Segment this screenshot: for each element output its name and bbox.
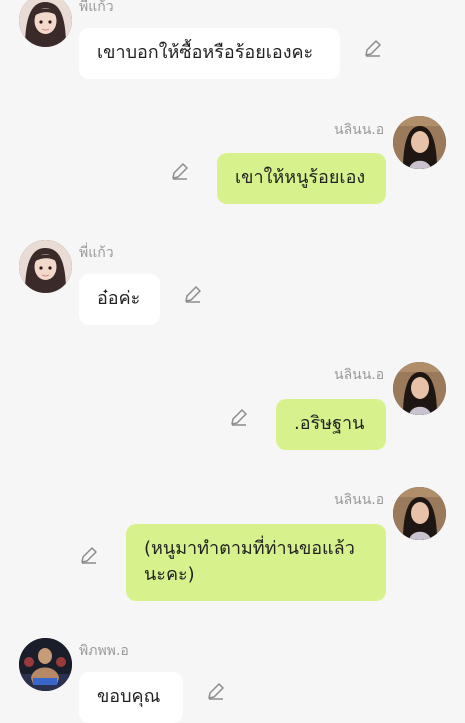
pencil-edit-icon[interactable] bbox=[363, 38, 383, 58]
message-bubble[interactable]: เขาให้หนูร้อยเอง bbox=[217, 153, 386, 204]
sender-avatar[interactable] bbox=[393, 116, 446, 169]
pencil-edit-icon[interactable] bbox=[183, 284, 203, 304]
sender-avatar[interactable] bbox=[19, 0, 72, 47]
sender-avatar[interactable] bbox=[19, 240, 72, 293]
sender-avatar[interactable] bbox=[393, 362, 446, 415]
message-bubble[interactable]: .อริษฐาน bbox=[276, 399, 386, 450]
sender-name: นลินน.อ bbox=[334, 367, 385, 383]
sender-name: พี่แก้ว bbox=[79, 245, 114, 261]
pencil-edit-icon[interactable] bbox=[229, 407, 249, 427]
pencil-edit-icon[interactable] bbox=[79, 545, 99, 565]
sender-avatar[interactable] bbox=[19, 638, 72, 691]
pencil-edit-icon[interactable] bbox=[206, 681, 226, 701]
sender-name: นลินน.อ bbox=[334, 492, 385, 508]
message-bubble[interactable]: อ๋อค่ะ bbox=[79, 274, 160, 325]
sender-name: พี่แก้ว bbox=[79, 0, 114, 15]
sender-avatar[interactable] bbox=[393, 487, 446, 540]
pencil-edit-icon[interactable] bbox=[170, 161, 190, 181]
sender-name: นลินน.อ bbox=[334, 122, 385, 138]
message-bubble[interactable]: เขาบอกให้ซื้อหรือร้อยเองคะ bbox=[79, 28, 340, 79]
message-bubble[interactable]: ขอบคุณ bbox=[79, 672, 183, 723]
message-bubble[interactable]: (หนูมาทำตามที่ท่านขอแล้ว นะคะ) bbox=[126, 524, 386, 601]
sender-name: พิภพพ.อ bbox=[79, 643, 129, 659]
